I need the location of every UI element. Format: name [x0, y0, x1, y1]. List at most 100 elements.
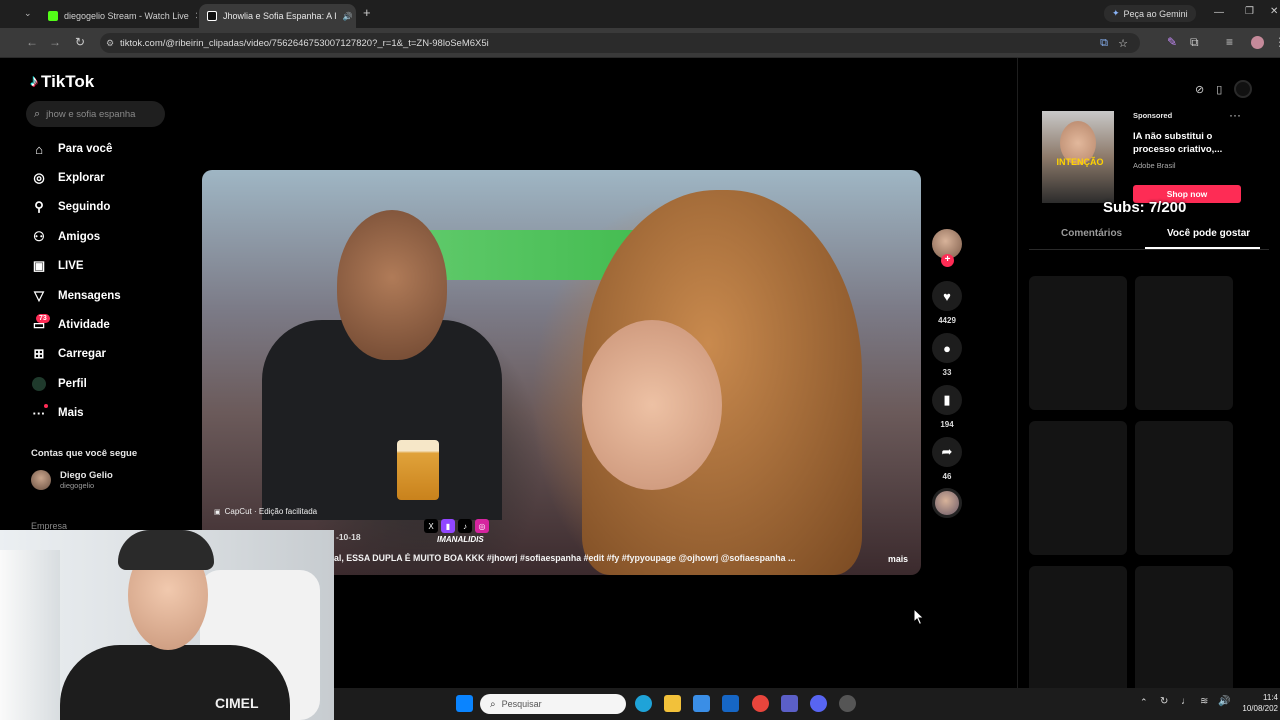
- recommended-video-placeholder[interactable]: [1135, 421, 1233, 555]
- close-tab-icon[interactable]: ✕: [195, 11, 197, 22]
- sync-icon[interactable]: ↻: [1160, 696, 1168, 707]
- device-icon[interactable]: ▯: [1216, 83, 1222, 96]
- forward-icon[interactable]: →: [49, 35, 61, 49]
- search-input[interactable]: ⌕ jhow e sofia espanha: [26, 101, 165, 127]
- restore-icon[interactable]: ❐: [1245, 6, 1254, 17]
- tab-tiktok[interactable]: Jhowlia e Sofia Espanha: A I 🔊 ✕: [199, 4, 356, 28]
- webcam-cap: [118, 530, 214, 570]
- recommended-video-placeholder[interactable]: [1135, 276, 1233, 410]
- nav-explorar[interactable]: ◎ Explorar: [31, 170, 104, 186]
- share-arrow-icon[interactable]: ➦: [932, 437, 962, 467]
- nav-mensagens[interactable]: ▽ Mensagens: [31, 288, 121, 304]
- media-controls-icon[interactable]: ≡: [1226, 35, 1233, 49]
- nav-para-voce[interactable]: ⌂ Para você: [31, 141, 112, 157]
- video-person-face-2: [582, 320, 722, 490]
- tab-separator: [1029, 249, 1269, 250]
- capcut-label[interactable]: ▣ CapCut · Edição facilitada: [214, 507, 317, 516]
- pen-icon[interactable]: ✎: [1167, 35, 1177, 49]
- like-count: 4429: [938, 316, 956, 325]
- tiktok-logo[interactable]: ♪ TikTok: [30, 72, 94, 92]
- nav-live[interactable]: ▣ LIVE: [31, 258, 84, 274]
- url-text: tiktok.com/@ribeirin_clipadas/video/7562…: [120, 37, 489, 49]
- video-person-face: [337, 210, 447, 360]
- ad-options-icon[interactable]: ···: [1229, 108, 1241, 122]
- profile-circle-icon[interactable]: [1234, 80, 1253, 98]
- comment-action[interactable]: ● 33: [932, 333, 962, 377]
- instagram-logo-icon: ◎: [475, 519, 489, 533]
- extensions-icon[interactable]: ⧉: [1190, 35, 1199, 50]
- save-action[interactable]: ▮ 194: [932, 385, 962, 429]
- menu-icon[interactable]: ⋮: [1274, 35, 1280, 49]
- minimize-icon[interactable]: —: [1214, 7, 1224, 18]
- capcut-text: CapCut · Edição facilitada: [224, 507, 318, 516]
- taskbar-clock[interactable]: 11:4 10/08/202: [1234, 692, 1278, 714]
- address-toolbar: ← → ↻ ⚙ tiktok.com/@ribeirin_clipadas/vi…: [0, 28, 1280, 58]
- obs-icon[interactable]: [839, 695, 856, 712]
- comment-icon[interactable]: ●: [932, 333, 962, 363]
- player-tools: ⊘ ▯: [1195, 80, 1253, 98]
- autoscroll-icon[interactable]: ⊘: [1195, 83, 1204, 96]
- outlook-icon[interactable]: [722, 695, 739, 712]
- ad-thumbnail[interactable]: INTENÇÃO: [1042, 111, 1114, 203]
- volume-icon[interactable]: 🔊: [1218, 696, 1230, 707]
- microphone-icon[interactable]: ♩: [1181, 696, 1191, 707]
- url-field[interactable]: ⚙ tiktok.com/@ribeirin_clipadas/video/75…: [100, 33, 1140, 53]
- windows-start-icon[interactable]: [456, 695, 473, 712]
- wifi-icon[interactable]: ≋: [1200, 696, 1208, 707]
- recommended-video-placeholder[interactable]: [1029, 276, 1127, 410]
- like-action[interactable]: ♥ 4429: [932, 281, 962, 325]
- new-tab-button[interactable]: +: [363, 5, 371, 20]
- clock-time: 11:4: [1263, 693, 1278, 702]
- back-icon[interactable]: ←: [26, 35, 38, 49]
- reload-icon[interactable]: ↻: [75, 35, 85, 49]
- followed-account[interactable]: Diego Gelio diegogelio: [31, 470, 113, 490]
- ad-title[interactable]: IA não substitui o processo criativo,...: [1133, 130, 1233, 156]
- share-count: 46: [942, 472, 952, 481]
- x-logo-icon: X: [424, 519, 438, 533]
- caption-more-button[interactable]: mais: [888, 554, 908, 564]
- nav-carregar[interactable]: ⊞ Carregar: [31, 346, 106, 362]
- nav-amigos[interactable]: ⚇ Amigos: [31, 229, 100, 245]
- recommended-video-placeholder[interactable]: [1029, 421, 1127, 555]
- video-caption: al, ESSA DUPLA É MUITO BOA KKK #jhowrj #…: [334, 553, 796, 563]
- nav-mais[interactable]: ··· Mais: [31, 405, 84, 421]
- taskbar-search-placeholder: Pesquisar: [501, 699, 542, 709]
- follow-plus-button[interactable]: +: [941, 254, 954, 267]
- translate-icon[interactable]: ⧉: [1100, 37, 1108, 50]
- profile-avatar[interactable]: [1251, 36, 1264, 49]
- tab-list-chevron-icon[interactable]: ⌄: [24, 8, 32, 19]
- chrome-icon[interactable]: [752, 695, 769, 712]
- store-icon[interactable]: [693, 695, 710, 712]
- discord-icon[interactable]: [810, 695, 827, 712]
- bookmark-icon[interactable]: ▮: [932, 385, 962, 415]
- music-disc-avatar[interactable]: [932, 488, 962, 518]
- recommended-video-placeholder[interactable]: [1029, 566, 1127, 700]
- gemini-sparkle-icon: ✦: [1112, 8, 1120, 18]
- nav-seguindo[interactable]: ⚲ Seguindo: [31, 199, 110, 215]
- tab-kick-stream[interactable]: diegogelio Stream - Watch Live ✕: [40, 4, 197, 28]
- teams-icon[interactable]: [781, 695, 798, 712]
- video-player[interactable]: ▣ CapCut · Edição facilitada X ▮ ♪ ◎ IMA…: [202, 170, 921, 575]
- tab-comentarios[interactable]: Comentários: [1061, 228, 1122, 239]
- gemini-button[interactable]: ✦ Peça ao Gemini: [1104, 5, 1196, 22]
- taskbar-search[interactable]: ⌕ Pesquisar: [480, 694, 626, 714]
- edge-icon[interactable]: [635, 695, 652, 712]
- capcut-icon: ▣: [214, 508, 221, 516]
- site-info-icon[interactable]: ⚙: [106, 38, 114, 49]
- file-explorer-icon[interactable]: [664, 695, 681, 712]
- nav-perfil[interactable]: Perfil: [31, 376, 87, 392]
- audio-playing-icon[interactable]: 🔊: [343, 12, 353, 21]
- windows-taskbar: ⌕ Pesquisar ⌃ ↻ ♩ ≋ 🔊 11:4 10/08/202: [334, 688, 1280, 720]
- sponsored-label: Sponsored: [1133, 111, 1173, 120]
- close-window-icon[interactable]: ✕: [1270, 6, 1278, 17]
- tab-voce-pode-gostar[interactable]: Você pode gostar: [1167, 228, 1250, 239]
- recommended-video-placeholder[interactable]: [1135, 566, 1233, 700]
- followed-handle: diegogelio: [60, 481, 95, 490]
- activity-badge: 73: [36, 314, 50, 323]
- ad-brand: Adobe Brasil: [1133, 161, 1176, 170]
- panel-divider: [1017, 58, 1018, 688]
- bookmark-star-icon[interactable]: ☆: [1118, 37, 1128, 50]
- share-action[interactable]: ➦ 46: [932, 437, 962, 481]
- heart-icon[interactable]: ♥: [932, 281, 962, 311]
- tray-chevron-icon[interactable]: ⌃: [1140, 697, 1148, 708]
